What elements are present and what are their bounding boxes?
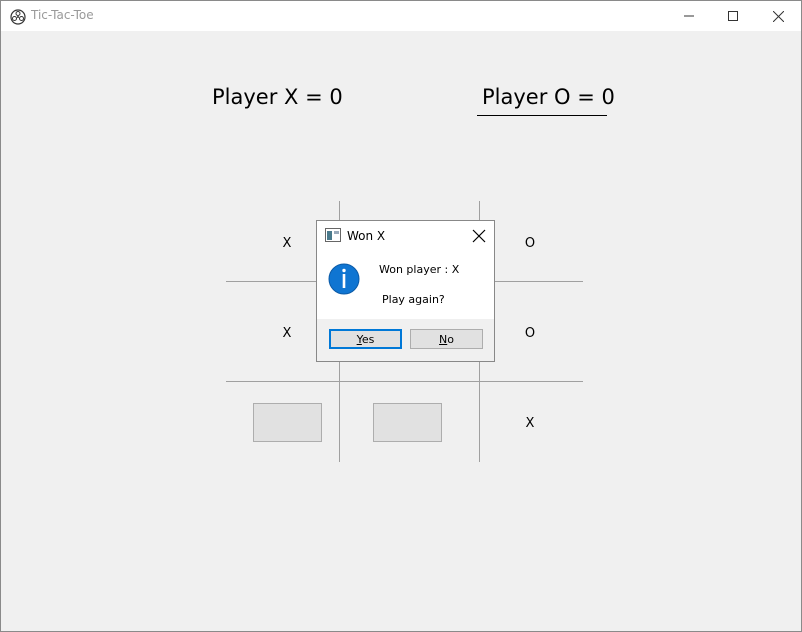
win-dialog: Won X Won player : X Play again? Yes No	[316, 220, 495, 362]
dialog-button-bar: Yes No	[317, 319, 494, 361]
dialog-question: Play again?	[382, 293, 445, 306]
information-icon	[328, 263, 360, 295]
active-player-underline	[477, 115, 607, 116]
maximize-button[interactable]	[710, 1, 756, 31]
cell-r2c1[interactable]: X	[277, 326, 297, 341]
maximize-icon	[728, 11, 738, 21]
minimize-icon	[684, 15, 694, 17]
window-title: Tic-Tac-Toe	[31, 8, 94, 22]
close-button[interactable]	[755, 1, 801, 31]
yes-button[interactable]: Yes	[329, 329, 402, 349]
cell-r3c3[interactable]: X	[520, 416, 540, 431]
main-window: Tic-Tac-Toe Player X = 0 Player O = 0 X …	[0, 0, 802, 632]
yes-label-rest: es	[361, 333, 375, 346]
close-icon	[772, 10, 784, 22]
player-o-score: Player O = 0	[482, 85, 615, 109]
grid-line-horizontal-2	[226, 381, 583, 382]
cell-r2c3[interactable]: O	[520, 326, 540, 341]
minimize-button[interactable]	[666, 1, 712, 31]
dialog-message: Won player : X	[379, 263, 460, 276]
no-button[interactable]: No	[410, 329, 483, 349]
dialog-title: Won X	[347, 229, 386, 243]
cell-r1c3[interactable]: O	[520, 236, 540, 251]
player-x-score: Player X = 0	[212, 85, 343, 109]
dialog-app-icon	[325, 228, 341, 242]
cell-r3c1[interactable]	[253, 403, 322, 442]
no-label-rest: o	[447, 333, 454, 346]
cell-r3c2[interactable]	[373, 403, 442, 442]
no-mnemonic: N	[439, 333, 448, 346]
cell-r1c1[interactable]: X	[277, 236, 297, 251]
title-bar[interactable]: Tic-Tac-Toe	[1, 1, 801, 31]
game-wheel-icon	[10, 9, 26, 25]
dialog-close-icon[interactable]	[471, 228, 487, 244]
